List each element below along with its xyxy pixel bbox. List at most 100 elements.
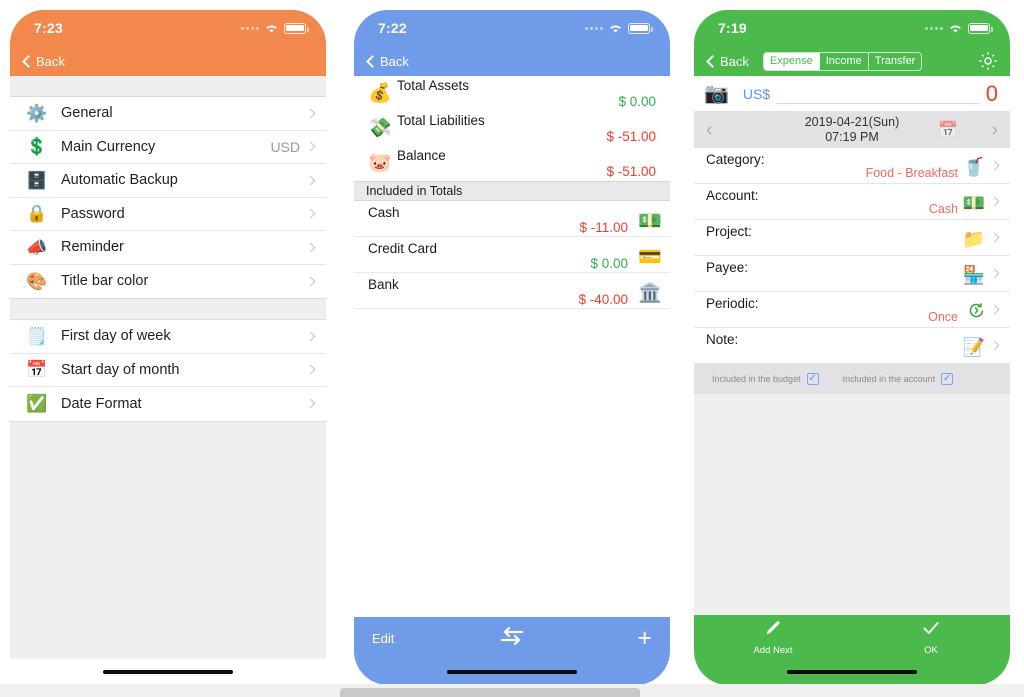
account-row-bank[interactable]: Bank $ -40.00 🏛️ [354, 273, 670, 309]
field-label: Periodic: [706, 296, 759, 311]
tab-income[interactable]: Income [820, 52, 869, 70]
add-button[interactable]: + [637, 625, 652, 651]
status-time: 7:19 [718, 20, 747, 36]
account-amount: $ -40.00 [578, 292, 628, 307]
back-button[interactable]: Back [706, 54, 749, 69]
chevron-left-icon [706, 54, 719, 68]
status-bar: 7:19 [694, 10, 1010, 46]
edit-button[interactable]: Edit [372, 631, 394, 646]
chevron-right-icon [305, 141, 316, 152]
section-header-included-in-totals: Included in Totals [354, 181, 670, 201]
sidebar-item-automatic-backup[interactable]: 🗄️ Automatic Backup [10, 164, 326, 198]
back-button[interactable]: Back [366, 54, 409, 69]
date-row: ‹ 2019-04-21(Sun) 07:19 PM 📅 › [694, 112, 1010, 148]
sidebar-item-password[interactable]: 🔒 Password [10, 197, 326, 231]
gold-bars-icon: 💰 [368, 83, 392, 104]
row-label: Title bar color [61, 273, 149, 290]
wifi-icon [608, 23, 623, 34]
amount-input[interactable] [776, 84, 980, 104]
row-label: General [61, 105, 113, 122]
checkbox-label: Included in the account [842, 374, 936, 384]
field-label: Payee: [706, 260, 749, 275]
gear-icon[interactable] [976, 49, 1000, 73]
sidebar-item-reminder[interactable]: 📣 Reminder [10, 231, 326, 265]
note-pencil-icon: 📝 [962, 337, 985, 357]
total-row-assets[interactable]: 💰 Total Assets $ 0.00 [354, 76, 670, 111]
add-next-button[interactable]: Add Next [694, 618, 852, 656]
total-amount: $ 0.00 [618, 94, 656, 109]
home-indicator-area [694, 659, 1010, 685]
sidebar-item-main-currency[interactable]: 💲 Main Currency USD [10, 130, 326, 164]
options-row: Included in the budget ✓ Included in the… [694, 364, 1010, 394]
sidebar-item-general[interactable]: ⚙️ General [10, 97, 326, 131]
phone-screenshot-accounts: 7:22 Back 💰 Total Assets $ 0.00 💸 Total … [354, 10, 670, 685]
total-amount: $ -51.00 [606, 129, 656, 144]
field-row-category[interactable]: Category: Food - Breakfast 🥤 [694, 148, 1010, 184]
home-indicator-area [354, 659, 670, 685]
currency-label[interactable]: US$ [743, 86, 770, 102]
field-label: Project: [706, 224, 752, 239]
record-form: 📷 US$ 0 ‹ 2019-04-21(Sun) 07:19 PM 📅 › C… [694, 76, 1010, 615]
sidebar-item-first-day-of-week[interactable]: 🗒️ First day of week [10, 320, 326, 354]
row-label: Date Format [61, 395, 142, 412]
battery-icon [284, 22, 309, 34]
field-row-periodic[interactable]: Periodic: Once [694, 292, 1010, 328]
home-indicator[interactable] [103, 670, 233, 674]
ok-button[interactable]: OK [852, 618, 1010, 656]
date-display[interactable]: 2019-04-21(Sun) 07:19 PM [694, 115, 1010, 145]
credit-card-icon: 💳 [638, 247, 662, 268]
account-amount: $ 0.00 [590, 256, 628, 271]
amount-value: 0 [985, 80, 998, 106]
page-bottom-strip-accent [340, 688, 640, 697]
phone-screenshot-settings: 7:23 Back ⚙️ General 💲 Main Currency USD… [10, 10, 326, 685]
chevron-right-icon [989, 304, 1000, 315]
back-button[interactable]: Back [22, 53, 65, 69]
row-label: Main Currency [61, 138, 156, 155]
field-row-note[interactable]: Note: 📝 [694, 328, 1010, 364]
total-row-balance[interactable]: 🐷 Balance $ -51.00 [354, 146, 670, 181]
megaphone-icon: 📣 [26, 237, 48, 257]
total-row-liabilities[interactable]: 💸 Total Liabilities $ -51.00 [354, 111, 670, 146]
signal-dots-icon [241, 26, 259, 30]
tab-expense[interactable]: Expense [763, 52, 820, 70]
check-icon[interactable]: ✓ [806, 373, 819, 385]
field-row-account[interactable]: Account: Cash 💵 [694, 184, 1010, 220]
calendar-picker-icon[interactable]: 📅 [938, 120, 958, 140]
sidebar-item-start-day-of-month[interactable]: 📅 Start day of month [10, 353, 326, 387]
palette-icon: 🎨 [26, 271, 48, 291]
home-indicator[interactable] [787, 670, 917, 674]
total-label: Balance [397, 148, 446, 163]
sidebar-item-date-format[interactable]: ✅ Date Format [10, 387, 326, 421]
screenshot-canvas: 7:23 Back ⚙️ General 💲 Main Currency USD… [0, 0, 1024, 697]
check-icon[interactable]: ✓ [941, 373, 954, 385]
wifi-icon [264, 23, 279, 34]
row-label: First day of week [61, 328, 171, 345]
total-amount: $ -51.00 [606, 164, 656, 179]
transfer-arrows-icon[interactable] [499, 626, 525, 651]
field-label: Note: [706, 332, 739, 347]
row-label: Automatic Backup [61, 172, 178, 189]
field-row-payee[interactable]: Payee: 🏪 [694, 256, 1010, 292]
field-row-project[interactable]: Project: 📁 [694, 220, 1010, 256]
home-indicator[interactable] [447, 670, 577, 674]
settings-group-1: ⚙️ General 💲 Main Currency USD 🗄️ Automa… [10, 96, 326, 299]
checkbox-included-in-account[interactable]: Included in the account ✓ [843, 373, 954, 385]
chevron-right-icon [989, 160, 1000, 171]
home-indicator-area [10, 659, 326, 685]
folder-camera-icon[interactable]: 📷 [704, 84, 729, 104]
chevron-right-icon [989, 340, 1000, 351]
amount-row[interactable]: 📷 US$ 0 [694, 76, 1010, 112]
phone-screenshot-new-record: 7:19 Back Expense Income Transfer 📷 US$ … [694, 10, 1010, 685]
sidebar-item-title-bar-color[interactable]: 🎨 Title bar color [10, 264, 326, 298]
account-row-credit-card[interactable]: Credit Card $ 0.00 💳 [354, 237, 670, 273]
status-bar: 7:22 [354, 10, 670, 46]
back-label: Back [36, 53, 65, 69]
field-value: Once [928, 310, 958, 324]
field-label: Account: [706, 188, 759, 203]
tab-transfer[interactable]: Transfer [869, 53, 922, 70]
account-row-cash[interactable]: Cash $ -11.00 💵 [354, 201, 670, 237]
pencil-icon [763, 618, 783, 643]
calendar-icon: 📅 [26, 360, 48, 380]
money-scissors-icon: 💸 [368, 118, 392, 139]
checkbox-included-in-budget[interactable]: Included in the budget ✓ [712, 373, 819, 385]
